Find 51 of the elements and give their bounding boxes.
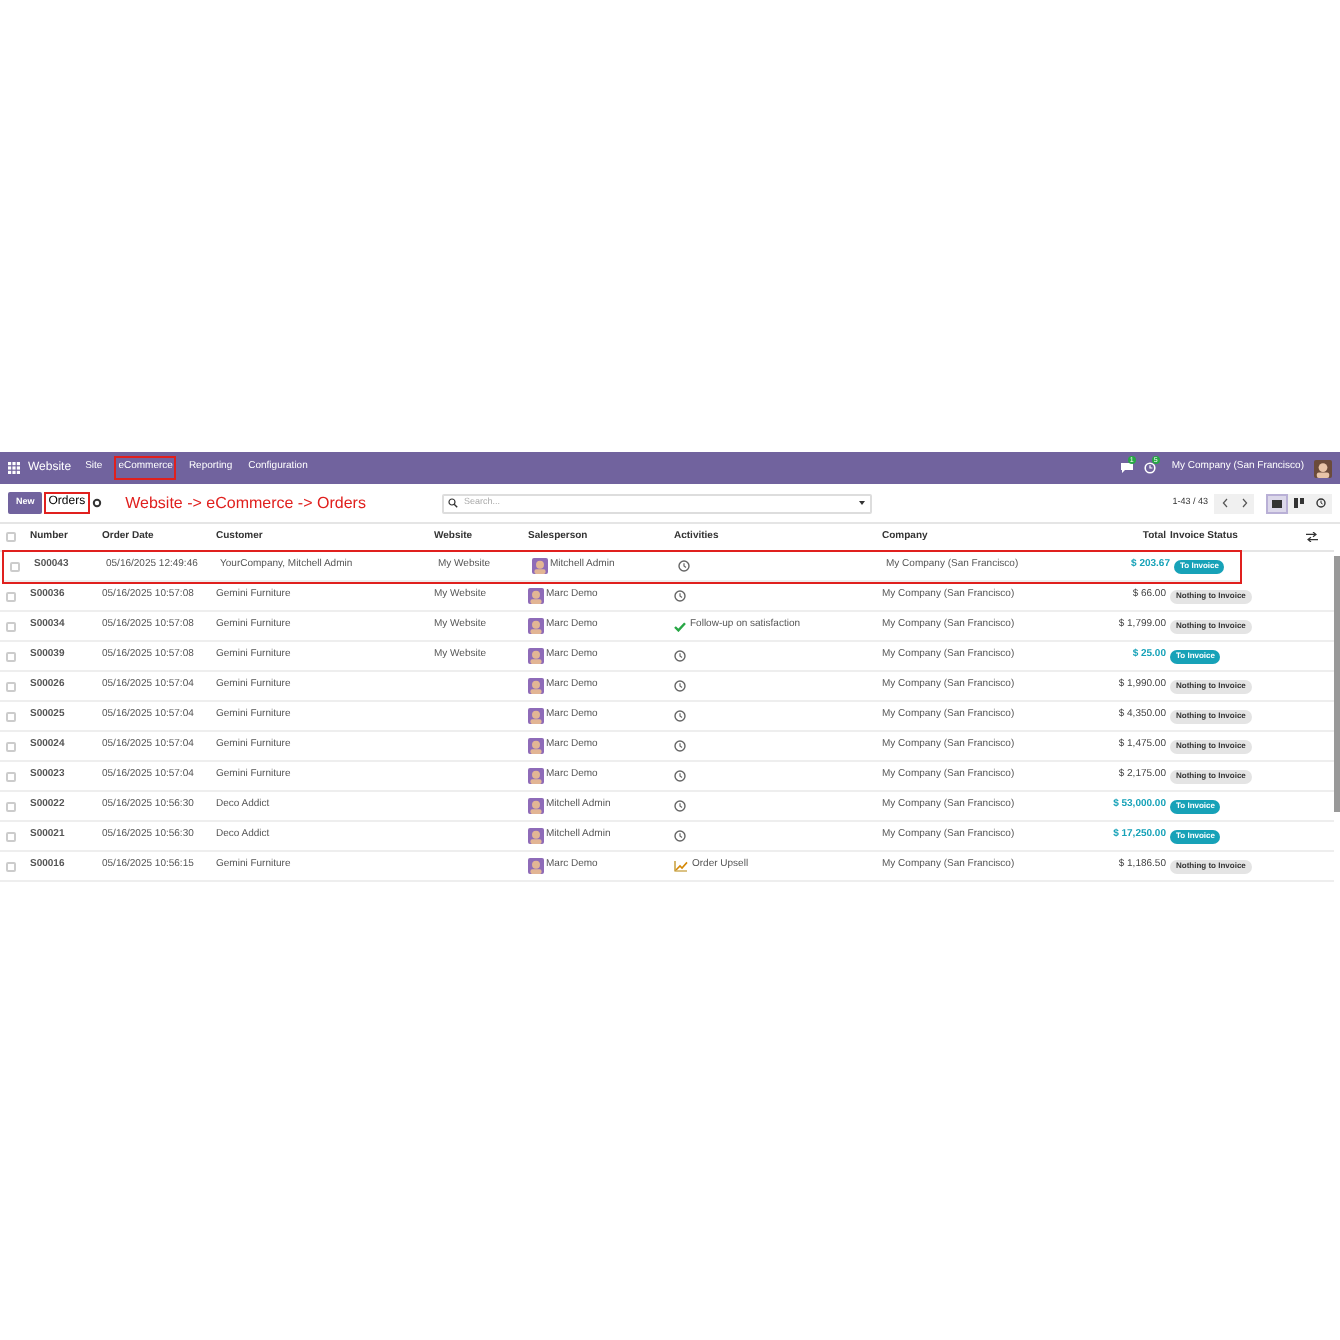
- clock-icon[interactable]: [674, 770, 686, 782]
- avatar-icon: [528, 738, 544, 754]
- avatar-icon: [528, 798, 544, 814]
- avatar-icon: [528, 588, 544, 604]
- avatar-icon: [528, 858, 544, 874]
- avatar-icon: [528, 708, 544, 724]
- row-checkbox[interactable]: [6, 771, 16, 781]
- avatar-icon: [528, 618, 544, 634]
- row-checkbox[interactable]: [6, 621, 16, 631]
- view-switch-button[interactable]: [1266, 493, 1288, 513]
- clock-icon[interactable]: [674, 680, 686, 692]
- chevron-left-icon: [1221, 498, 1227, 508]
- row-checkbox[interactable]: [6, 591, 16, 601]
- row-checkbox[interactable]: [6, 801, 16, 811]
- row-checkbox[interactable]: [6, 861, 16, 871]
- gear-icon[interactable]: [91, 498, 102, 508]
- clock-icon[interactable]: [674, 590, 686, 602]
- next-button[interactable]: [1234, 493, 1254, 513]
- avatar-icon: [528, 828, 544, 844]
- avatar-icon: [528, 768, 544, 784]
- clock-icon[interactable]: [674, 800, 686, 812]
- clock-icon: [1316, 498, 1326, 508]
- row-checkbox[interactable]: [6, 741, 16, 751]
- row-checkbox[interactable]: [10, 561, 20, 571]
- avatar-icon: [528, 648, 544, 664]
- check-icon: [674, 621, 686, 631]
- caret-icon[interactable]: [857, 500, 866, 506]
- previous-button[interactable]: [1214, 493, 1234, 513]
- chevron-right-icon: [1241, 498, 1247, 508]
- chart-icon: [674, 860, 688, 872]
- clock-icon[interactable]: [674, 710, 686, 722]
- avatar-icon: [532, 558, 548, 574]
- avatar-icon: [528, 678, 544, 694]
- clock-icon[interactable]: [674, 740, 686, 752]
- settings-icon[interactable]: [1306, 532, 1318, 542]
- annotation-text: Website -> eCommerce -> Orders: [125, 491, 366, 515]
- clock-icon[interactable]: [674, 650, 686, 662]
- user-avatar-icon[interactable]: [1314, 459, 1332, 477]
- clock-icon[interactable]: [674, 830, 686, 842]
- search-icon: [447, 498, 458, 508]
- row-checkbox[interactable]: [6, 711, 16, 721]
- clock-icon[interactable]: [678, 560, 690, 572]
- row-checkbox[interactable]: [6, 651, 16, 661]
- apps-menu-icon[interactable]: [8, 462, 20, 474]
- select-all-checkbox[interactable]: [6, 532, 16, 542]
- chat-icon[interactable]: [1119, 462, 1134, 474]
- scrollbar[interactable]: [1334, 556, 1340, 812]
- row-checkbox[interactable]: [6, 681, 16, 691]
- row-checkbox[interactable]: [6, 831, 16, 841]
- list-icon: [1272, 499, 1282, 507]
- kanban-icon: [1294, 498, 1304, 508]
